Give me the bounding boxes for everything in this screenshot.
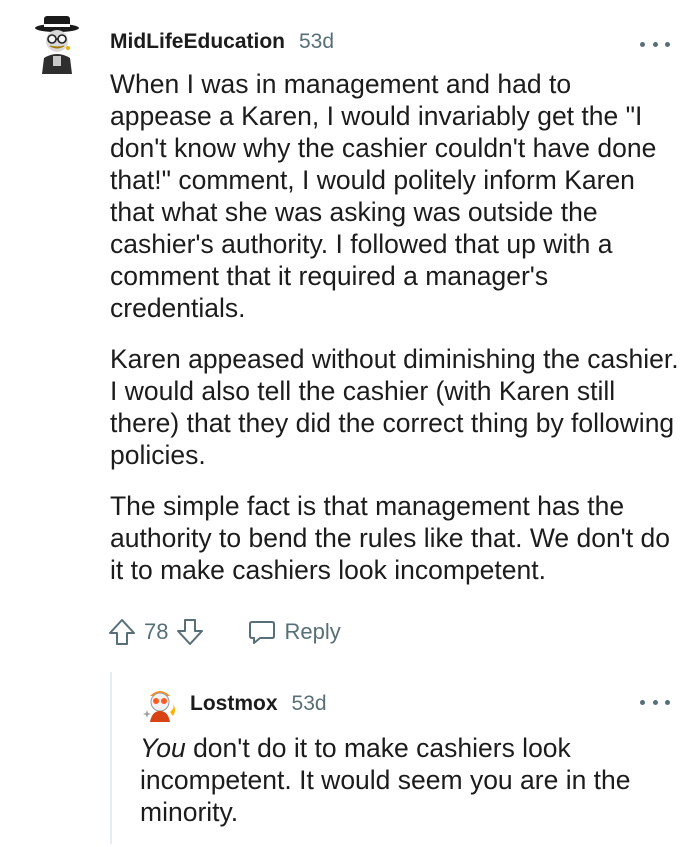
upvote-icon[interactable] xyxy=(106,616,138,648)
comment-meta: MidLifeEducation 53d xyxy=(110,30,334,54)
reply-label: Reply xyxy=(284,619,341,644)
timestamp: 53d xyxy=(291,692,327,715)
emphasis-text: You xyxy=(140,733,186,763)
comment-actions: 78 Reply xyxy=(106,612,341,652)
comment-body: When I was in management and had to appe… xyxy=(110,68,680,605)
comment-paragraph: Karen appeased without diminishing the c… xyxy=(110,344,679,470)
comment-paragraph: You don't do it to make cashiers look in… xyxy=(140,732,680,828)
vote-score: 78 xyxy=(144,619,169,644)
more-options-icon[interactable] xyxy=(640,694,670,710)
username[interactable]: MidLifeEducation xyxy=(110,30,285,54)
avatar-icon[interactable] xyxy=(30,14,84,74)
timestamp: 53d xyxy=(299,30,335,53)
comment-paragraph: The simple fact is that management has t… xyxy=(110,491,670,585)
comment-text: don't do it to make cashiers look incomp… xyxy=(140,733,631,827)
username[interactable]: Lostmox xyxy=(190,692,278,716)
comment-paragraph: When I was in management and had to appe… xyxy=(110,69,657,323)
reply-button[interactable]: Reply xyxy=(246,616,341,648)
more-options-icon[interactable] xyxy=(640,36,670,52)
thread-line[interactable] xyxy=(110,672,112,844)
reply-icon xyxy=(249,621,276,644)
comment-meta: Lostmox 53d xyxy=(190,692,327,716)
downvote-icon[interactable] xyxy=(174,616,206,648)
avatar-icon[interactable] xyxy=(142,686,178,724)
comment-body: You don't do it to make cashiers look in… xyxy=(140,732,680,847)
